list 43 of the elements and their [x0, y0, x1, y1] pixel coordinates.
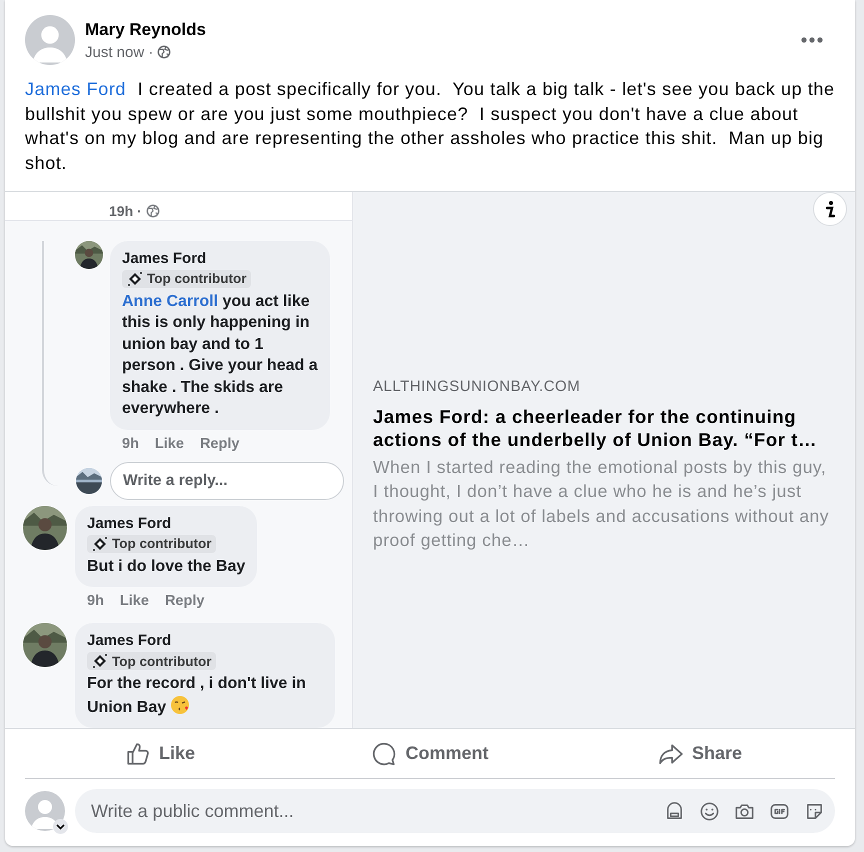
- comment-text: But i do love the Bay: [87, 556, 246, 576]
- comment-author[interactable]: James Ford: [122, 250, 318, 266]
- badge-label: Top contributor: [112, 654, 212, 668]
- post-time[interactable]: Just now ·: [85, 44, 154, 60]
- comment-time: 9h: [122, 436, 139, 452]
- link-description: When I started reading the emotional posts by this guy, I thought, I don’t have a clue who he is and he’s just throwing out a lot of labels and accusations without any proof getting che…: [373, 456, 830, 552]
- avatar-sticker-icon[interactable]: [664, 800, 685, 822]
- mention-link[interactable]: James Ford: [25, 79, 126, 99]
- comment-author[interactable]: James Ford: [87, 514, 246, 532]
- diamond-badge-icon: [127, 270, 143, 286]
- info-icon: [823, 200, 837, 218]
- more-options-icon[interactable]: [801, 37, 823, 43]
- badge-label: Top contributor: [147, 271, 246, 286]
- avatar-icon: [25, 791, 65, 831]
- share-button[interactable]: Share: [565, 729, 835, 778]
- speech-bubble-icon: [371, 740, 398, 766]
- comment-text: Anne Carroll you act like this is only happening in union bay and to 1 person . Give your head a shake . The skids are everywhere .: [122, 292, 318, 419]
- link-title[interactable]: James Ford: a cheerleader for the continuing actions of the underbelly of Union Bay. “For t…: [373, 404, 835, 450]
- comment-author[interactable]: James Ford: [87, 632, 323, 649]
- avatar-icon: [25, 15, 75, 65]
- post-text: James Ford I created a post specifically for you. You talk a big talk - let's see you back up the bullshit you spew or are you just some mouthpiece? I suspect you don't have a clue about what's on my blog and are representing the other assholes who practice this shit. Man up big shot.: [25, 78, 835, 174]
- diamond-badge-icon: [92, 653, 108, 669]
- comment-button[interactable]: Comment: [295, 729, 565, 778]
- comment-input[interactable]: Write a public comment...: [89, 800, 664, 822]
- emoji-icon[interactable]: [699, 800, 720, 822]
- globe-icon: [146, 204, 160, 218]
- badge-label: Top contributor: [112, 536, 212, 551]
- chevron-down-icon[interactable]: [53, 819, 68, 834]
- diamond-badge-icon: [92, 536, 108, 552]
- like-link[interactable]: Like: [120, 593, 149, 609]
- reply-field[interactable]: Write a reply...: [110, 462, 344, 500]
- reply-link[interactable]: Reply: [200, 436, 240, 452]
- comment-time: 19h ·: [109, 202, 142, 219]
- thumbs-up-icon: [124, 740, 151, 766]
- globe-icon: [157, 45, 172, 59]
- reply-link[interactable]: Reply: [164, 593, 204, 609]
- comment-time: 9h: [87, 593, 104, 609]
- comment-text: For the record , i don't live in Union Bay: [87, 674, 307, 718]
- like-button[interactable]: Like: [25, 729, 295, 778]
- like-link[interactable]: Like: [154, 436, 184, 452]
- author-name[interactable]: Mary Reynolds: [85, 20, 791, 40]
- link-domain: ALLTHINGSUNIONBAY.COM: [373, 378, 582, 394]
- comment-field[interactable]: Write a public comment...: [75, 789, 835, 833]
